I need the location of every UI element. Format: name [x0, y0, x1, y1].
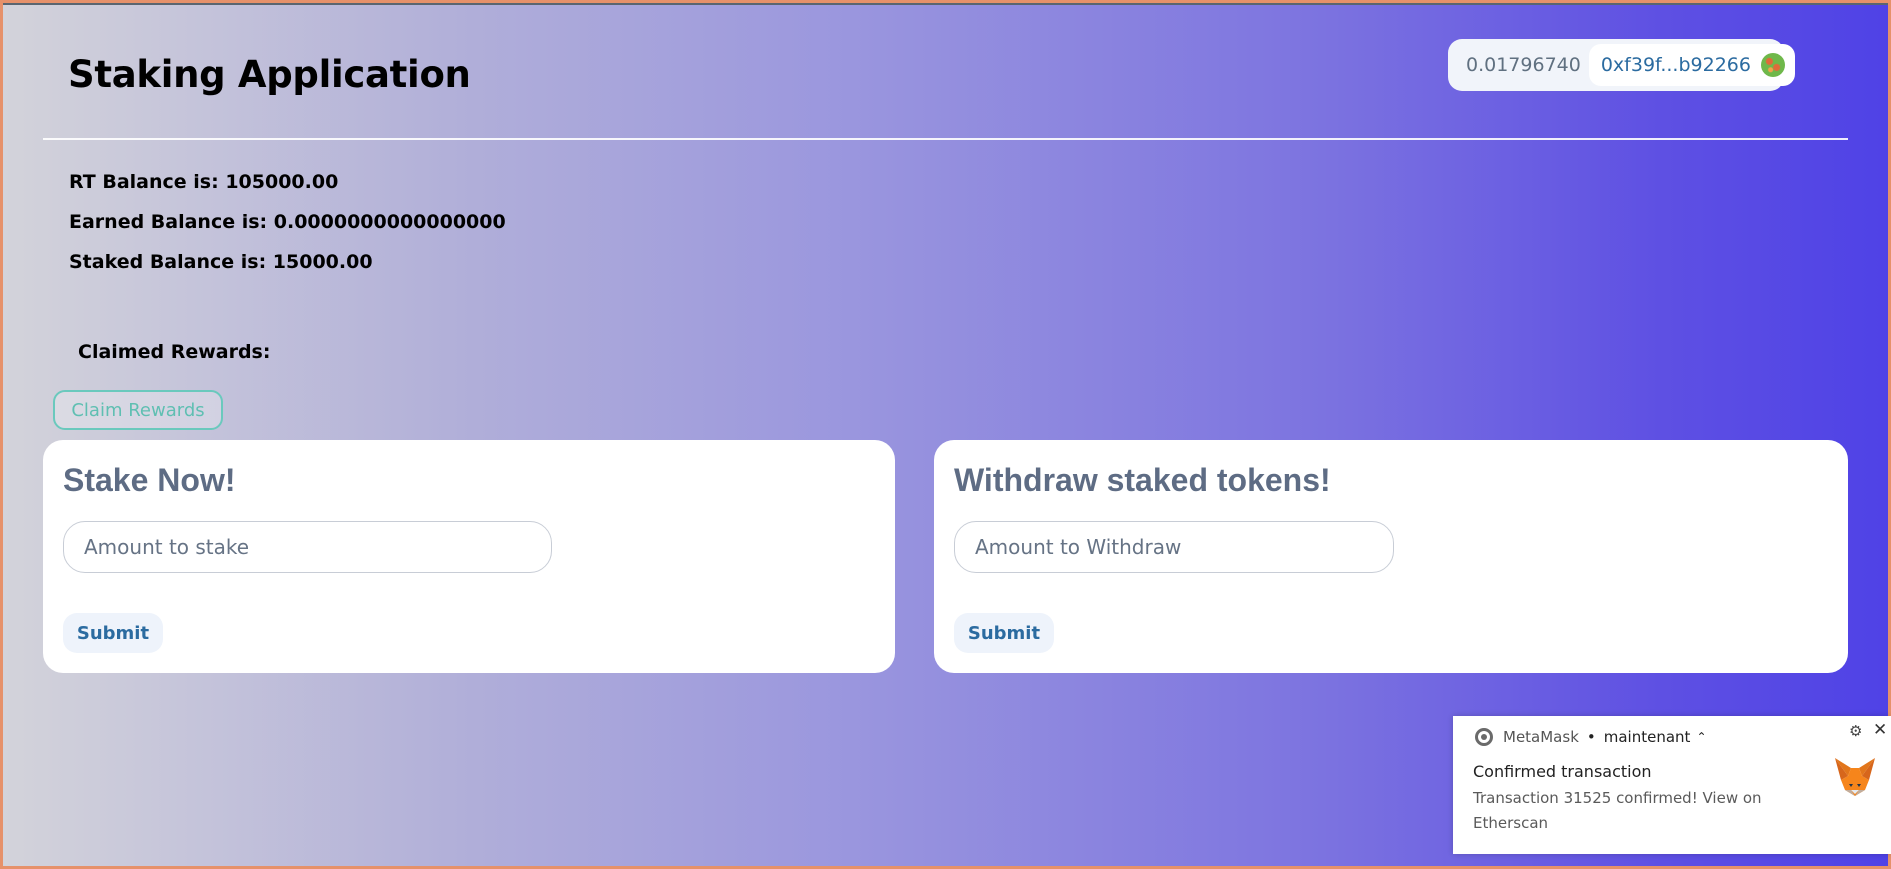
chevron-up-icon[interactable]: ⌃ — [1696, 730, 1706, 744]
wallet-address-text: 0xf39f...b92266 — [1600, 54, 1751, 76]
stake-submit-button[interactable]: Submit — [63, 613, 163, 653]
metamask-notification[interactable]: MetaMask • maintenant ⌃ ⚙ ✕ Confirmed tr… — [1453, 716, 1891, 854]
wallet-address-button[interactable]: 0xf39f...b92266 — [1588, 44, 1795, 86]
withdraw-card-title: Withdraw staked tokens! — [954, 462, 1331, 498]
withdraw-submit-button[interactable]: Submit — [954, 613, 1054, 653]
withdraw-amount-input[interactable] — [954, 521, 1394, 573]
claim-rewards-button[interactable]: Claim Rewards — [53, 390, 223, 430]
header-divider — [43, 138, 1848, 140]
close-icon[interactable]: ✕ — [1873, 720, 1887, 740]
notification-header: MetaMask • maintenant ⌃ — [1475, 728, 1707, 746]
stake-card: Stake Now! Submit — [43, 440, 895, 673]
notification-time: maintenant — [1603, 728, 1691, 746]
notification-body[interactable]: Transaction 31525 confirmed! View on Eth… — [1473, 786, 1793, 836]
notification-title: Confirmed transaction — [1473, 762, 1652, 781]
window-top-border — [3, 3, 1888, 5]
chrome-icon — [1475, 728, 1493, 746]
identicon-avatar-icon — [1760, 53, 1785, 77]
earned-balance: Earned Balance is: 0.0000000000000000 — [69, 211, 506, 233]
notification-separator: • — [1586, 728, 1596, 746]
page-title: Staking Application — [68, 53, 471, 96]
stake-card-title: Stake Now! — [63, 462, 236, 498]
gear-icon[interactable]: ⚙ — [1849, 722, 1862, 740]
rt-balance: RT Balance is: 105000.00 — [69, 171, 339, 193]
notification-app-name: MetaMask — [1503, 728, 1579, 746]
wallet-connect-button[interactable]: 0.01796740 0xf39f...b92266 — [1448, 39, 1795, 91]
claimed-rewards-label: Claimed Rewards: — [78, 341, 271, 363]
stake-amount-input[interactable] — [63, 521, 552, 573]
metamask-fox-icon — [1835, 758, 1875, 796]
wallet-balance: 0.01796740 — [1466, 54, 1581, 76]
withdraw-card: Withdraw staked tokens! Submit — [934, 440, 1848, 673]
staked-balance: Staked Balance is: 15000.00 — [69, 251, 373, 273]
